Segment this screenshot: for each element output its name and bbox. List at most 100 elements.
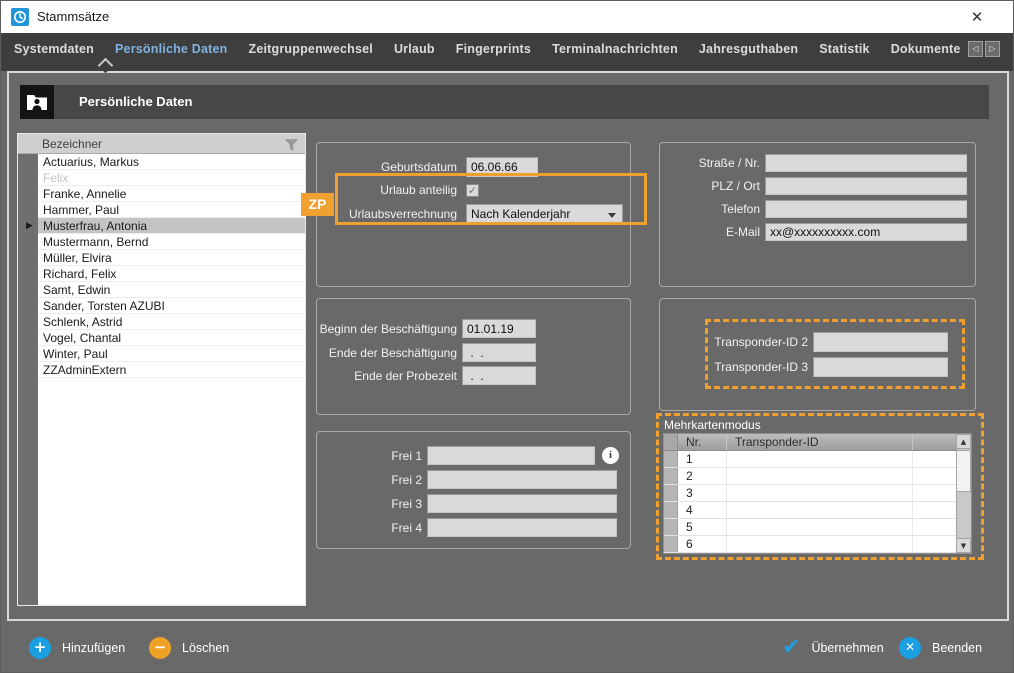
employee-name: Sander, Torsten AZUBI xyxy=(43,299,165,313)
tab[interactable]: Urlaub xyxy=(389,42,440,56)
frei2-input[interactable] xyxy=(427,470,617,489)
tab-bar: Systemdaten Persönliche Daten Zeitgruppe… xyxy=(1,33,1013,71)
employee-name: Franke, Annelie xyxy=(43,187,126,201)
frei2-label: Frei 2 xyxy=(317,473,422,487)
scroll-down-icon[interactable]: ▼ xyxy=(956,538,971,553)
section-header: Persönliche Daten xyxy=(20,85,989,119)
urlaub-anteilig-checkbox[interactable]: ✓ xyxy=(466,184,479,197)
cell-filler xyxy=(913,519,956,535)
transponder-id3-input[interactable] xyxy=(813,357,948,377)
cell-nr: 3 xyxy=(678,485,727,501)
frei4-input[interactable] xyxy=(427,518,617,537)
geburtsdatum-label: Geburtsdatum xyxy=(317,160,457,174)
person-folder-icon xyxy=(20,85,54,119)
cell-filler xyxy=(913,502,956,518)
table-row[interactable]: 2 xyxy=(664,468,956,485)
plz-ort-input[interactable] xyxy=(765,177,967,195)
employee-row[interactable]: ▶ Sander, Torsten AZUBI xyxy=(38,298,305,314)
employee-row[interactable]: ▶ Winter, Paul xyxy=(38,346,305,362)
employee-row[interactable]: ▶ Müller, Elvira xyxy=(38,250,305,266)
employee-row[interactable]: ▶ Hammer, Paul xyxy=(38,202,305,218)
cell-transponder-id[interactable] xyxy=(727,485,913,501)
employee-row[interactable]: ▶ Vogel, Chantal xyxy=(38,330,305,346)
row-gutter-cell xyxy=(664,451,678,467)
row-gutter-cell xyxy=(664,536,678,552)
employee-list-body: ▶ Actuarius, Markus ▶ Felix ▶ Franke, An… xyxy=(38,154,305,605)
row-gutter-cell xyxy=(664,502,678,518)
employee-row[interactable]: ▶ Mustermann, Bernd xyxy=(38,234,305,250)
cell-transponder-id[interactable] xyxy=(727,519,913,535)
tab[interactable]: Terminalnachrichten xyxy=(547,42,683,56)
add-button[interactable]: + Hinzufügen xyxy=(29,637,125,659)
employee-list-header[interactable]: Bezeichner xyxy=(18,134,305,154)
tab-scroll-left-icon[interactable]: ◁ xyxy=(968,41,983,57)
app-window: Stammsätze ✕ Systemdaten Persönliche Dat… xyxy=(0,0,1014,673)
employee-row[interactable]: ▶ ZZAdminExtern xyxy=(38,362,305,378)
minus-icon: − xyxy=(149,637,171,659)
employee-row[interactable]: ▶ Richard, Felix xyxy=(38,266,305,282)
cell-transponder-id[interactable] xyxy=(727,468,913,484)
table-scrollbar[interactable]: ▲ ▼ xyxy=(956,434,971,553)
exit-button[interactable]: ✕ Beenden xyxy=(899,637,982,659)
urlaubsverrechnung-label: Urlaubsverrechnung xyxy=(317,207,457,221)
employee-row[interactable]: ▶ Franke, Annelie xyxy=(38,186,305,202)
cell-nr: 2 xyxy=(678,468,727,484)
apply-button[interactable]: ✔ Übernehmen xyxy=(782,637,884,659)
urlaubsverrechnung-select[interactable]: Nach Kalenderjahr xyxy=(466,204,623,224)
tab[interactable]: Dokumente xyxy=(886,42,966,56)
tab[interactable]: Systemdaten xyxy=(9,42,99,56)
info-icon[interactable]: i xyxy=(602,447,619,464)
employee-name: Vogel, Chantal xyxy=(43,331,121,345)
tab[interactable]: Fingerprints xyxy=(451,42,536,56)
ende-beschaeftigung-input[interactable]: . . xyxy=(462,343,536,362)
email-input[interactable]: xx@xxxxxxxxxx.com xyxy=(765,223,967,241)
tab[interactable]: Zeitgruppenwechsel xyxy=(243,42,377,56)
table-row[interactable]: 4 xyxy=(664,502,956,519)
tab-scroll-right-icon[interactable]: ▷ xyxy=(985,41,1000,57)
table-row[interactable]: 6 xyxy=(664,536,956,553)
plz-ort-label: PLZ / Ort xyxy=(660,179,760,193)
beginn-beschaeftigung-input[interactable]: 01.01.19 xyxy=(462,319,536,338)
employee-name: Musterfrau, Antonia xyxy=(43,219,147,233)
frei3-input[interactable] xyxy=(427,494,617,513)
chevron-down-icon xyxy=(608,213,616,218)
scrollbar-thumb[interactable] xyxy=(956,450,971,492)
column-header-nr[interactable]: Nr. xyxy=(678,434,727,450)
apply-button-label: Übernehmen xyxy=(811,641,883,655)
address-groupbox: Straße / Nr. PLZ / Ort Telefon E-Mail xx… xyxy=(659,142,976,287)
telefon-input[interactable] xyxy=(765,200,967,218)
tab[interactable]: Jahresguthaben xyxy=(694,42,803,56)
frei1-input[interactable] xyxy=(427,446,595,465)
frei3-label: Frei 3 xyxy=(317,497,422,511)
table-row[interactable]: 5 xyxy=(664,519,956,536)
cell-filler xyxy=(913,451,956,467)
tab[interactable]: Persönliche Daten xyxy=(110,42,232,56)
delete-button[interactable]: − Löschen xyxy=(149,637,229,659)
tab[interactable]: Statistik xyxy=(814,42,874,56)
employee-name: ZZAdminExtern xyxy=(43,363,126,377)
employee-row[interactable]: ▶ Actuarius, Markus xyxy=(38,154,305,170)
geburtsdatum-input[interactable]: 06.06.66 xyxy=(466,157,538,177)
close-icon[interactable]: ✕ xyxy=(965,5,989,29)
cell-filler xyxy=(913,468,956,484)
column-header-transponder-id[interactable]: Transponder-ID xyxy=(727,434,913,450)
window-title: Stammsätze xyxy=(37,1,109,33)
table-row[interactable]: 3 xyxy=(664,485,956,502)
cell-filler xyxy=(913,536,956,552)
cell-transponder-id[interactable] xyxy=(727,502,913,518)
scroll-up-icon[interactable]: ▲ xyxy=(956,434,971,449)
employee-row[interactable]: ▶ Samt, Edwin xyxy=(38,282,305,298)
ende-beschaeftigung-label: Ende der Beschäftigung xyxy=(317,346,457,360)
checkmark-icon: ✔ xyxy=(782,637,800,659)
transponder-id3-label: Transponder-ID 3 xyxy=(660,360,808,374)
transponder-id2-input[interactable] xyxy=(813,332,948,352)
table-row[interactable]: 1 xyxy=(664,451,956,468)
ende-probezeit-input[interactable]: . . xyxy=(462,366,536,385)
cell-transponder-id[interactable] xyxy=(727,451,913,467)
cell-transponder-id[interactable] xyxy=(727,536,913,552)
employee-row[interactable]: ▶ Musterfrau, Antonia xyxy=(38,218,305,234)
employee-name: Samt, Edwin xyxy=(43,283,110,297)
employee-row[interactable]: ▶ Felix xyxy=(38,170,305,186)
strasse-input[interactable] xyxy=(765,154,967,172)
employee-row[interactable]: ▶ Schlenk, Astrid xyxy=(38,314,305,330)
